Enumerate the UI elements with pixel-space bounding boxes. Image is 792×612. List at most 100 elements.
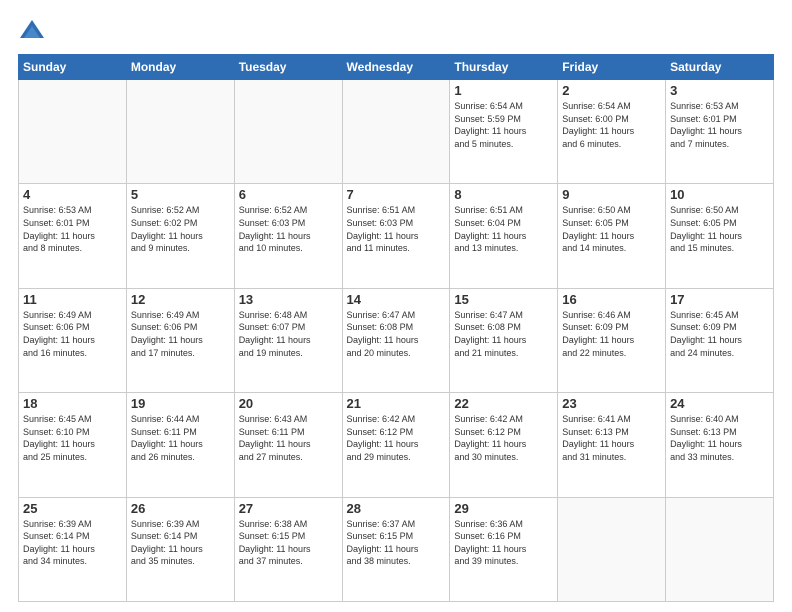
calendar-cell — [234, 80, 342, 184]
calendar-cell — [126, 80, 234, 184]
day-of-week-header: Wednesday — [342, 55, 450, 80]
calendar-cell — [666, 497, 774, 601]
logo — [18, 18, 50, 46]
day-info: Sunrise: 6:42 AM Sunset: 6:12 PM Dayligh… — [454, 413, 553, 463]
day-number: 27 — [239, 501, 338, 516]
calendar-cell: 8 Sunrise: 6:51 AM Sunset: 6:04 PM Daylig… — [450, 184, 558, 288]
day-number: 22 — [454, 396, 553, 411]
day-number: 4 — [23, 187, 122, 202]
day-info: Sunrise: 6:39 AM Sunset: 6:14 PM Dayligh… — [131, 518, 230, 568]
day-number: 19 — [131, 396, 230, 411]
day-info: Sunrise: 6:47 AM Sunset: 6:08 PM Dayligh… — [347, 309, 446, 359]
day-number: 29 — [454, 501, 553, 516]
day-info: Sunrise: 6:41 AM Sunset: 6:13 PM Dayligh… — [562, 413, 661, 463]
calendar-cell: 25 Sunrise: 6:39 AM Sunset: 6:14 PM Dayli… — [19, 497, 127, 601]
day-info: Sunrise: 6:50 AM Sunset: 6:05 PM Dayligh… — [562, 204, 661, 254]
calendar-week-row: 4 Sunrise: 6:53 AM Sunset: 6:01 PM Daylig… — [19, 184, 774, 288]
day-number: 9 — [562, 187, 661, 202]
calendar-week-row: 18Sunrise: 6:45 AM Sunset: 6:10 PM Dayli… — [19, 393, 774, 497]
calendar-cell: 18Sunrise: 6:45 AM Sunset: 6:10 PM Dayli… — [19, 393, 127, 497]
calendar-cell: 19 Sunrise: 6:44 AM Sunset: 6:11 PM Dayli… — [126, 393, 234, 497]
calendar-cell: 11Sunrise: 6:49 AM Sunset: 6:06 PM Dayli… — [19, 288, 127, 392]
calendar-cell: 10 Sunrise: 6:50 AM Sunset: 6:05 PM Dayli… — [666, 184, 774, 288]
calendar-cell: 20 Sunrise: 6:43 AM Sunset: 6:11 PM Dayli… — [234, 393, 342, 497]
day-number: 21 — [347, 396, 446, 411]
day-of-week-header: Monday — [126, 55, 234, 80]
day-number: 24 — [670, 396, 769, 411]
calendar-header-row: SundayMondayTuesdayWednesdayThursdayFrid… — [19, 55, 774, 80]
day-info: Sunrise: 6:42 AM Sunset: 6:12 PM Dayligh… — [347, 413, 446, 463]
day-info: Sunrise: 6:40 AM Sunset: 6:13 PM Dayligh… — [670, 413, 769, 463]
day-info: Sunrise: 6:51 AM Sunset: 6:03 PM Dayligh… — [347, 204, 446, 254]
calendar-cell: 6Sunrise: 6:52 AM Sunset: 6:03 PM Daylig… — [234, 184, 342, 288]
calendar-cell: 4 Sunrise: 6:53 AM Sunset: 6:01 PM Daylig… — [19, 184, 127, 288]
day-info: Sunrise: 6:51 AM Sunset: 6:04 PM Dayligh… — [454, 204, 553, 254]
day-number: 6 — [239, 187, 338, 202]
day-number: 14 — [347, 292, 446, 307]
day-number: 5 — [131, 187, 230, 202]
calendar-cell: 13 Sunrise: 6:48 AM Sunset: 6:07 PM Dayli… — [234, 288, 342, 392]
calendar-cell: 16Sunrise: 6:46 AM Sunset: 6:09 PM Dayli… — [558, 288, 666, 392]
day-info: Sunrise: 6:37 AM Sunset: 6:15 PM Dayligh… — [347, 518, 446, 568]
calendar-week-row: 1 Sunrise: 6:54 AM Sunset: 5:59 PM Daylig… — [19, 80, 774, 184]
calendar-cell: 5Sunrise: 6:52 AM Sunset: 6:02 PM Daylig… — [126, 184, 234, 288]
calendar-cell: 3Sunrise: 6:53 AM Sunset: 6:01 PM Daylig… — [666, 80, 774, 184]
calendar-cell: 2 Sunrise: 6:54 AM Sunset: 6:00 PM Daylig… — [558, 80, 666, 184]
calendar-cell: 24 Sunrise: 6:40 AM Sunset: 6:13 PM Dayli… — [666, 393, 774, 497]
day-info: Sunrise: 6:50 AM Sunset: 6:05 PM Dayligh… — [670, 204, 769, 254]
calendar-cell: 7 Sunrise: 6:51 AM Sunset: 6:03 PM Daylig… — [342, 184, 450, 288]
day-number: 7 — [347, 187, 446, 202]
day-info: Sunrise: 6:54 AM Sunset: 6:00 PM Dayligh… — [562, 100, 661, 150]
day-info: Sunrise: 6:53 AM Sunset: 6:01 PM Dayligh… — [670, 100, 769, 150]
day-number: 11 — [23, 292, 122, 307]
day-number: 15 — [454, 292, 553, 307]
day-info: Sunrise: 6:47 AM Sunset: 6:08 PM Dayligh… — [454, 309, 553, 359]
day-info: Sunrise: 6:39 AM Sunset: 6:14 PM Dayligh… — [23, 518, 122, 568]
calendar-week-row: 25 Sunrise: 6:39 AM Sunset: 6:14 PM Dayli… — [19, 497, 774, 601]
logo-icon — [18, 18, 46, 46]
day-of-week-header: Friday — [558, 55, 666, 80]
calendar-cell: 29 Sunrise: 6:36 AM Sunset: 6:16 PM Dayli… — [450, 497, 558, 601]
day-number: 8 — [454, 187, 553, 202]
calendar-cell: 15 Sunrise: 6:47 AM Sunset: 6:08 PM Dayli… — [450, 288, 558, 392]
header — [18, 18, 774, 46]
calendar-cell: 1 Sunrise: 6:54 AM Sunset: 5:59 PM Daylig… — [450, 80, 558, 184]
page: SundayMondayTuesdayWednesdayThursdayFrid… — [0, 0, 792, 612]
day-number: 12 — [131, 292, 230, 307]
calendar-cell: 12Sunrise: 6:49 AM Sunset: 6:06 PM Dayli… — [126, 288, 234, 392]
calendar-cell: 21 Sunrise: 6:42 AM Sunset: 6:12 PM Dayli… — [342, 393, 450, 497]
calendar-cell: 26Sunrise: 6:39 AM Sunset: 6:14 PM Dayli… — [126, 497, 234, 601]
day-info: Sunrise: 6:38 AM Sunset: 6:15 PM Dayligh… — [239, 518, 338, 568]
calendar-cell: 23 Sunrise: 6:41 AM Sunset: 6:13 PM Dayli… — [558, 393, 666, 497]
calendar-cell: 17 Sunrise: 6:45 AM Sunset: 6:09 PM Dayli… — [666, 288, 774, 392]
calendar-cell — [19, 80, 127, 184]
day-info: Sunrise: 6:53 AM Sunset: 6:01 PM Dayligh… — [23, 204, 122, 254]
day-of-week-header: Thursday — [450, 55, 558, 80]
day-number: 28 — [347, 501, 446, 516]
day-info: Sunrise: 6:36 AM Sunset: 6:16 PM Dayligh… — [454, 518, 553, 568]
calendar-cell: 22 Sunrise: 6:42 AM Sunset: 6:12 PM Dayli… — [450, 393, 558, 497]
day-number: 23 — [562, 396, 661, 411]
day-number: 10 — [670, 187, 769, 202]
calendar-cell: 9 Sunrise: 6:50 AM Sunset: 6:05 PM Daylig… — [558, 184, 666, 288]
day-info: Sunrise: 6:43 AM Sunset: 6:11 PM Dayligh… — [239, 413, 338, 463]
calendar-cell — [342, 80, 450, 184]
calendar-cell — [558, 497, 666, 601]
day-number: 25 — [23, 501, 122, 516]
day-number: 1 — [454, 83, 553, 98]
day-number: 17 — [670, 292, 769, 307]
day-info: Sunrise: 6:45 AM Sunset: 6:09 PM Dayligh… — [670, 309, 769, 359]
calendar-week-row: 11Sunrise: 6:49 AM Sunset: 6:06 PM Dayli… — [19, 288, 774, 392]
calendar-cell: 28 Sunrise: 6:37 AM Sunset: 6:15 PM Dayli… — [342, 497, 450, 601]
calendar-cell: 27 Sunrise: 6:38 AM Sunset: 6:15 PM Dayli… — [234, 497, 342, 601]
day-of-week-header: Saturday — [666, 55, 774, 80]
day-number: 13 — [239, 292, 338, 307]
day-info: Sunrise: 6:44 AM Sunset: 6:11 PM Dayligh… — [131, 413, 230, 463]
day-info: Sunrise: 6:48 AM Sunset: 6:07 PM Dayligh… — [239, 309, 338, 359]
day-number: 18 — [23, 396, 122, 411]
day-number: 16 — [562, 292, 661, 307]
day-info: Sunrise: 6:54 AM Sunset: 5:59 PM Dayligh… — [454, 100, 553, 150]
day-number: 2 — [562, 83, 661, 98]
day-number: 20 — [239, 396, 338, 411]
calendar-cell: 14 Sunrise: 6:47 AM Sunset: 6:08 PM Dayli… — [342, 288, 450, 392]
